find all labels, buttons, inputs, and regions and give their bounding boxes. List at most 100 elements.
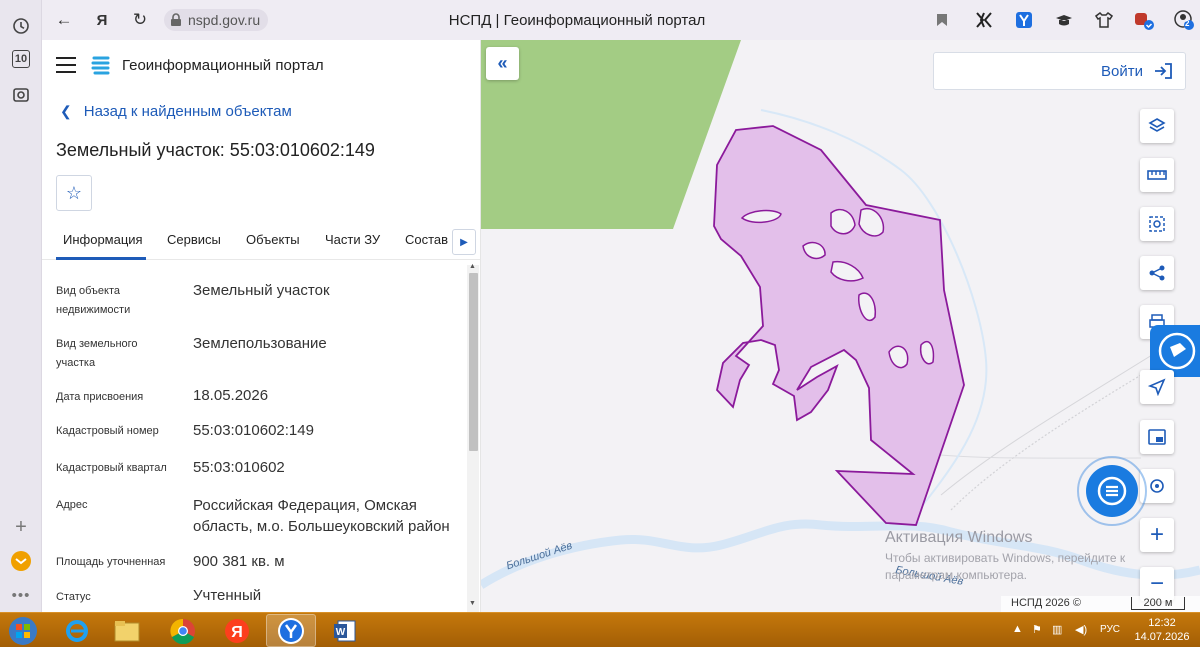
area-select-button[interactable] xyxy=(1140,207,1174,241)
share-icon xyxy=(1149,265,1165,281)
login-icon xyxy=(1155,63,1172,79)
browser-sidebar: 10 + ••• xyxy=(0,0,42,612)
field-label: Статус xyxy=(56,591,91,603)
portal-name: Геоинформационный портал xyxy=(122,56,324,74)
profile-badge: 2 xyxy=(1185,19,1190,28)
active-tab-indicator xyxy=(56,257,146,260)
field-value: Учтенный xyxy=(193,587,262,604)
explorer-taskbar-button[interactable] xyxy=(102,614,152,647)
start-button[interactable] xyxy=(0,614,46,647)
map-view[interactable]: Большой Аёв Большой Аёв « Войти + − Акти… xyxy=(481,40,1200,612)
minimap-button[interactable] xyxy=(1140,420,1174,454)
navigate-icon xyxy=(1148,378,1166,396)
windows-taskbar: Я W ▲ ⚑ ▥ ◀) РУС 12:32 14.07.2026 xyxy=(0,612,1200,647)
chrome-taskbar-button[interactable] xyxy=(158,614,208,647)
add-panel-icon[interactable]: + xyxy=(8,514,34,540)
tray-network-icon[interactable]: ▥ xyxy=(1052,623,1062,636)
map-footer: НСПД 2026 © 200 м xyxy=(1001,596,1200,612)
yandex-browser-taskbar-button[interactable]: Я xyxy=(212,614,262,647)
field-value: 55:03:010602:149 xyxy=(193,422,314,439)
layers-button[interactable] xyxy=(1140,109,1174,143)
chevron-left-icon: ❮ xyxy=(60,103,72,119)
scrollbar-thumb[interactable] xyxy=(469,273,478,451)
login-label: Войти xyxy=(1101,62,1143,80)
shirt-extension-icon[interactable] xyxy=(1092,8,1116,32)
field-label: Кадастровый квартал xyxy=(56,462,167,474)
forest-area xyxy=(481,40,741,229)
chat-button[interactable] xyxy=(1077,456,1147,526)
notifications-extension-icon[interactable] xyxy=(1132,8,1156,32)
history-icon[interactable] xyxy=(8,13,34,39)
field-label: Адрес xyxy=(56,499,88,511)
profile-icon[interactable]: 2 xyxy=(1172,8,1196,32)
star-icon: ☆ xyxy=(65,182,83,203)
field-value: 900 381 кв. м xyxy=(193,553,285,570)
tray-volume-icon[interactable]: ◀) xyxy=(1075,623,1087,636)
bookmark-icon[interactable] xyxy=(930,8,954,32)
chrome-icon xyxy=(170,618,195,644)
field-value: Российская Федерация, Омская область, м.… xyxy=(193,497,450,535)
menu-icon[interactable] xyxy=(56,57,76,73)
screenshot-icon[interactable] xyxy=(8,82,34,108)
field-label: Кадастровый номер xyxy=(56,425,159,437)
yandex-extension-icon[interactable] xyxy=(1012,8,1036,32)
tray-flag-icon[interactable]: ⚑ xyxy=(1032,623,1042,636)
extension-k-icon[interactable] xyxy=(972,8,996,32)
tabs-scroll-right-button[interactable]: ▶ xyxy=(452,229,476,255)
clock-date: 14.07.2026 xyxy=(1134,631,1190,643)
word-taskbar-button[interactable]: W xyxy=(320,614,370,647)
zoom-in-button[interactable]: + xyxy=(1140,518,1174,552)
favorite-button[interactable]: ☆ xyxy=(56,175,92,211)
portal-header: Геоинформационный портал xyxy=(56,52,324,78)
area-select-icon xyxy=(1149,216,1165,232)
tab-bar: Информация Сервисы Объекты Части ЗУ Сост… xyxy=(42,222,480,260)
share-button[interactable] xyxy=(1140,256,1174,290)
field-value: 18.05.2026 xyxy=(193,387,269,404)
yandex-browser-icon xyxy=(278,617,304,644)
tab-information[interactable]: Информация xyxy=(63,232,143,247)
word-icon: W xyxy=(334,620,356,641)
mail-icon[interactable] xyxy=(8,548,34,574)
tab-objects[interactable]: Объекты xyxy=(246,232,300,247)
yandex-browser-active-taskbar-button[interactable] xyxy=(266,614,316,647)
collapse-panel-button[interactable]: « xyxy=(486,47,519,80)
field-value: Землепользование xyxy=(193,335,327,352)
login-button[interactable]: Войти xyxy=(933,52,1186,90)
ruler-button[interactable] xyxy=(1140,158,1174,192)
clock[interactable]: 12:32 14.07.2026 xyxy=(1132,616,1192,644)
copyright-text: НСПД 2026 © xyxy=(1011,597,1081,609)
svg-text:Я: Я xyxy=(231,624,243,641)
scroll-up-icon[interactable]: ▲ xyxy=(469,263,476,270)
ruler-icon xyxy=(1147,170,1167,180)
internet-explorer-icon xyxy=(66,619,88,642)
windows-logo-icon xyxy=(9,616,37,645)
browser-toolbar: ← Я ↻ nspd.gov.ru НСПД | Геоинформационн… xyxy=(42,0,1200,40)
tabs-count: 10 xyxy=(12,50,30,68)
tab-composition[interactable]: Состав xyxy=(405,232,448,247)
back-to-results-link[interactable]: ❮ Назад к найденным объектам xyxy=(60,103,292,120)
more-icon[interactable]: ••• xyxy=(8,582,34,608)
ie-taskbar-button[interactable] xyxy=(52,614,102,647)
language-indicator[interactable]: РУС xyxy=(1100,624,1120,635)
plus-icon: + xyxy=(1149,521,1164,548)
scale-bar: 200 м xyxy=(1131,597,1185,610)
layers-icon xyxy=(1148,118,1166,132)
chat-icon xyxy=(1097,476,1127,506)
field-value: Земельный участок xyxy=(193,282,330,299)
svg-text:W: W xyxy=(336,627,346,638)
scroll-down-icon[interactable]: ▼ xyxy=(469,600,476,607)
yandex-icon: Я xyxy=(225,618,249,643)
tab-services[interactable]: Сервисы xyxy=(167,232,221,247)
info-panel: Геоинформационный портал ❮ Назад к найде… xyxy=(42,40,481,612)
tabs-count-button[interactable]: 10 xyxy=(8,46,34,72)
tray-expand-icon[interactable]: ▲ xyxy=(1012,623,1023,635)
tab-parts[interactable]: Части ЗУ xyxy=(325,232,380,247)
back-link-label: Назад к найденным объектам xyxy=(83,103,292,120)
navigate-button[interactable] xyxy=(1140,370,1174,404)
field-label: Дата присвоения xyxy=(56,391,144,403)
activation-watermark-title: Активация Windows xyxy=(885,529,1033,546)
field-label: Площадь уточненная xyxy=(56,556,166,568)
hat-extension-icon[interactable] xyxy=(1052,8,1076,32)
land-parcel xyxy=(713,125,965,526)
locate-icon xyxy=(1150,479,1164,493)
